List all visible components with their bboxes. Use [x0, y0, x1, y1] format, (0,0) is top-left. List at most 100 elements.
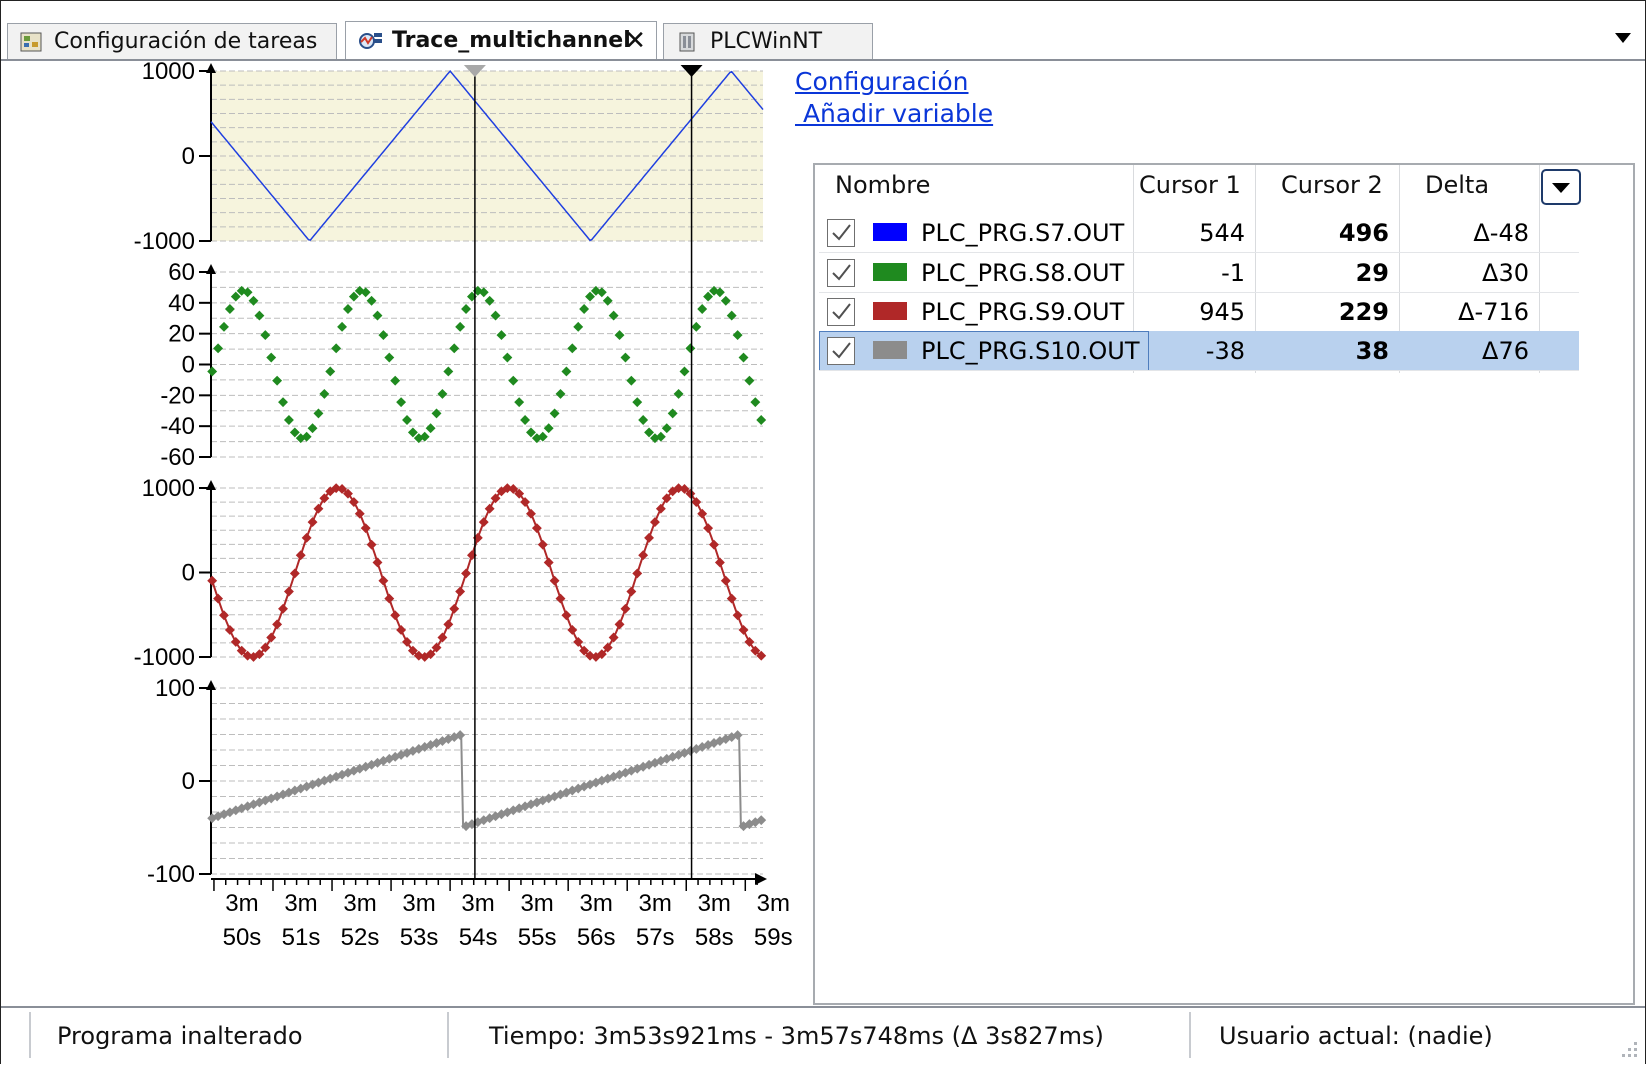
row-checkbox[interactable] [827, 259, 855, 287]
configuration-link[interactable]: Configuración [795, 67, 969, 96]
data-point [703, 523, 714, 534]
data-point [732, 610, 743, 621]
header-delta[interactable]: Delta [1425, 171, 1489, 199]
data-point [331, 343, 342, 354]
delta-value: Δ-716 [1458, 298, 1529, 326]
x-tick-label: 51s [282, 924, 321, 951]
checkmark-icon [832, 264, 851, 281]
header-cursor1[interactable]: Cursor 1 [1139, 171, 1241, 199]
tab-list-dropdown-icon[interactable] [1615, 33, 1631, 43]
data-point [266, 632, 277, 643]
variable-name: PLC_PRG.S8.OUT [921, 259, 1125, 287]
data-point [313, 503, 324, 514]
data-point [278, 603, 288, 614]
table-row[interactable]: PLC_PRG.S10.OUT -38 38 Δ76 [819, 331, 1579, 371]
resize-grip-icon[interactable] [1619, 1039, 1639, 1059]
y-tick-label: 20 [168, 321, 195, 348]
data-point [496, 330, 507, 341]
data-point [673, 388, 684, 399]
y-tick-label: 0 [182, 768, 195, 795]
cursor1-value: 544 [1199, 219, 1245, 247]
table-row[interactable]: PLC_PRG.S7.OUT 544 496 Δ-48 [819, 213, 1579, 253]
data-point [484, 503, 495, 514]
data-point [307, 517, 318, 528]
data-point [455, 321, 466, 332]
data-point [348, 497, 359, 508]
data-point [608, 632, 619, 643]
y-tick-label: 60 [168, 259, 195, 286]
current-user-status: Usuario actual: (nadie) [1219, 1022, 1493, 1050]
data-point [207, 575, 218, 586]
data-point [602, 295, 613, 306]
y-tick-label: -20 [160, 382, 195, 409]
trace-chart-canvas[interactable]: 10000-10006040200-20-40-6010000-10001000… [3, 61, 803, 1006]
x-tick-label: 52s [341, 924, 380, 951]
data-point [720, 575, 731, 586]
status-separator [447, 1012, 449, 1058]
data-point [437, 388, 448, 399]
data-point [390, 610, 401, 621]
status-separator [29, 1012, 31, 1058]
data-point [608, 310, 619, 321]
data-point [579, 304, 590, 314]
close-icon[interactable]: ✕ [624, 26, 646, 56]
x-tick-label: 57s [636, 924, 675, 951]
row-checkbox[interactable] [827, 219, 855, 247]
y-tick-label: 40 [168, 290, 195, 317]
data-point [744, 375, 755, 386]
data-point [384, 352, 395, 363]
cursor1-value: -1 [1221, 259, 1245, 287]
columns-dropdown-button[interactable] [1541, 169, 1581, 205]
tab-trace-multichannel[interactable]: Trace_multichannel ✕ [345, 21, 657, 59]
data-point [644, 532, 655, 543]
data-point [278, 397, 288, 408]
tab-task-configuration[interactable]: Configuración de tareas [7, 23, 337, 59]
chevron-down-icon [1552, 183, 1570, 193]
data-point [756, 415, 767, 425]
y-tick-label: -100 [147, 861, 195, 888]
data-point [567, 343, 578, 354]
data-point [366, 539, 377, 550]
x-tick-label: 3m [698, 890, 731, 917]
y-tick-label: 1000 [142, 61, 195, 85]
data-point [691, 497, 702, 508]
plc-device-icon [676, 31, 700, 53]
table-row[interactable]: PLC_PRG.S8.OUT -1 29 Δ30 [819, 253, 1579, 293]
data-point [461, 304, 471, 314]
tab-plcwinnt[interactable]: PLCWinNT [663, 23, 873, 59]
row-checkbox[interactable] [827, 337, 855, 365]
data-point [372, 557, 383, 568]
x-tick-label: 3m [580, 890, 613, 917]
y-tick-label: 0 [182, 143, 195, 170]
data-point [526, 508, 536, 519]
trace-chart[interactable]: 1000 0 -1000 60 40 20 0 -20 -40 -60 1000 0 -1000 100 0… [3, 61, 803, 1006]
data-point [661, 423, 672, 434]
y-tick-label: -40 [160, 413, 195, 440]
delta-value: Δ76 [1482, 337, 1529, 365]
data-point [396, 397, 407, 408]
data-point [555, 388, 566, 399]
table-row[interactable]: PLC_PRG.S9.OUT 945 229 Δ-716 [819, 292, 1579, 332]
row-checkbox[interactable] [827, 298, 855, 326]
y-tick-label: -1000 [134, 644, 195, 671]
checkmark-icon [832, 303, 851, 320]
x-tick-label: 3m [284, 890, 317, 917]
row-divider [819, 370, 1579, 371]
data-point [620, 603, 631, 614]
data-point [478, 517, 489, 528]
data-point [726, 310, 737, 321]
x-tick-label: 3m [461, 890, 494, 917]
header-name[interactable]: Nombre [835, 171, 930, 199]
x-tick-label: 53s [400, 924, 439, 951]
cursor2-value: 38 [1355, 337, 1389, 365]
data-point [614, 619, 625, 630]
cursor2-value: 229 [1338, 298, 1389, 326]
data-point [520, 497, 531, 508]
program-status: Programa inalterado [57, 1022, 303, 1050]
header-cursor2[interactable]: Cursor 2 [1281, 171, 1383, 199]
add-variable-link[interactable]: Añadir variable [795, 99, 993, 128]
data-point [508, 375, 519, 386]
data-point [549, 408, 560, 419]
checkmark-icon [832, 342, 851, 359]
data-point [650, 517, 660, 528]
